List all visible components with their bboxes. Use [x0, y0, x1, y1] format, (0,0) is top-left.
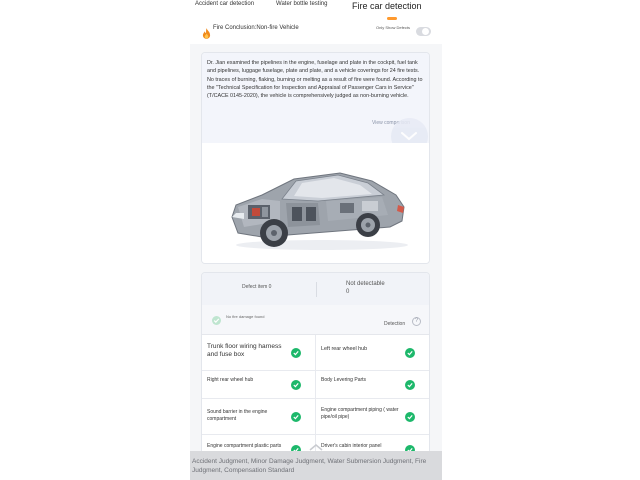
inspection-item: Left rear wheel hub: [316, 335, 429, 371]
detection-label: Detection: [384, 321, 406, 327]
inspection-item: Engine compartment piping ( water pipe/o…: [316, 399, 429, 435]
stats-summary: Defect item 0 Not detectable 0: [202, 273, 429, 305]
tab-fire-car-detection[interactable]: Fire car detection: [352, 1, 422, 11]
check-circle-icon: [212, 316, 221, 325]
check-circle-icon: [405, 348, 415, 358]
only-show-defects-toggle[interactable]: [416, 27, 431, 36]
car-cutaway-image: [231, 172, 408, 250]
check-circle-icon: [405, 412, 415, 422]
only-show-defects-label: Only Show Defects: [376, 25, 411, 30]
stats-divider: [316, 282, 317, 297]
inspection-item: Trunk floor wiring harness and fuse box: [202, 335, 316, 371]
inspection-item-label: Trunk floor wiring harness and fuse box: [207, 343, 282, 358]
inspection-item-label: Right rear wheel hub: [207, 377, 254, 383]
description-text: Dr. Jian examined the pipelines in the e…: [207, 60, 423, 100]
inspection-item-label: Engine compartment piping ( water pipe/o…: [321, 407, 399, 420]
description-card: Dr. Jian examined the pipelines in the e…: [201, 52, 430, 264]
inspection-item-label: Left rear wheel hub: [321, 346, 368, 352]
inspection-item-label: Body Levering Parts: [321, 377, 367, 383]
car-image-area: [202, 143, 429, 263]
conclusion-row: Fire Conclusion:Non-fire Vehicle Only Sh…: [190, 22, 442, 44]
chevron-down-icon: [401, 132, 417, 141]
active-tab-indicator: [387, 17, 397, 20]
inspection-item: Body Levering Parts: [316, 371, 429, 399]
stats-card: Defect item 0 Not detectable 0 No fire d…: [201, 272, 430, 462]
check-circle-icon: [405, 380, 415, 390]
fire-conclusion: Fire Conclusion:Non-fire Vehicle: [213, 25, 299, 31]
inspection-item-label: Driver's cabin interior panel: [321, 443, 382, 449]
inspection-item-label: Engine compartment plastic parts: [207, 443, 282, 449]
fire-icon: [202, 28, 211, 39]
app-screen: Accident car detection Water bottle test…: [190, 0, 442, 480]
judgment-footer-text: Accident Judgment, Minor Damage Judgment…: [192, 458, 427, 474]
check-circle-icon: [291, 412, 301, 422]
tab-accident-car-detection[interactable]: Accident car detection: [195, 1, 254, 7]
tab-bar: Accident car detection Water bottle test…: [190, 0, 442, 22]
inspection-item-label: Sound barrier in the engine compartment: [207, 409, 268, 422]
not-detectable-label: Not detectable: [346, 281, 385, 287]
inspection-item: Right rear wheel hub: [202, 371, 316, 399]
check-circle-icon: [291, 348, 301, 358]
check-circle-icon: [291, 380, 301, 390]
detection-summary-row: [202, 305, 429, 335]
tab-water-bottle-testing[interactable]: Water bottle testing: [276, 1, 327, 7]
not-detectable-count: 0: [346, 289, 350, 295]
inspection-item: Sound barrier in the engine compartment: [202, 399, 316, 435]
chevron-up-icon[interactable]: [308, 443, 324, 451]
info-icon[interactable]: ?: [412, 317, 421, 326]
defect-item-count: Defect item 0: [242, 284, 272, 290]
no-damage-label: No fire damage found: [226, 314, 265, 319]
judgment-footer[interactable]: Accident Judgment, Minor Damage Judgment…: [190, 451, 442, 480]
